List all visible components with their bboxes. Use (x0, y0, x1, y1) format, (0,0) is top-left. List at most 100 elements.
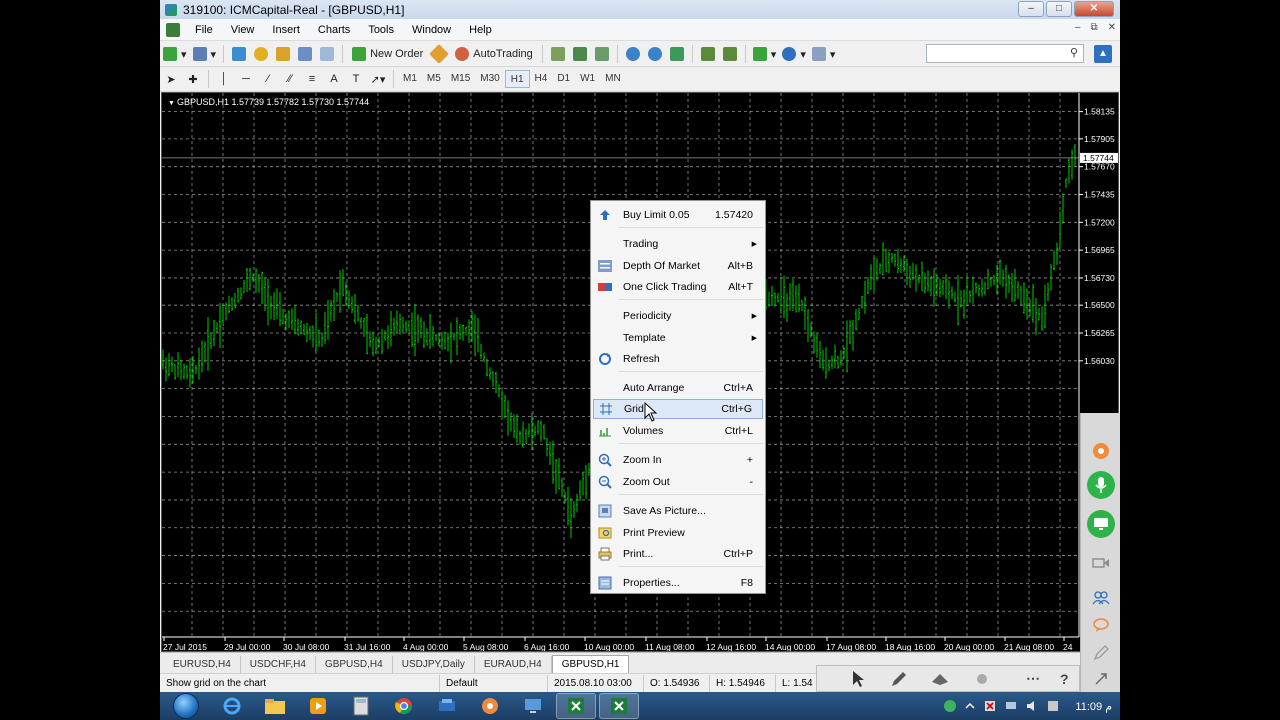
strategy-tester-button[interactable] (317, 44, 337, 64)
menu-window[interactable]: Window (403, 24, 460, 36)
market-watch-button[interactable] (229, 44, 249, 64)
vertical-line-tool[interactable]: │ (214, 69, 234, 89)
menu-item-one-click-trading[interactable]: One Click Trading Alt+T (593, 277, 763, 297)
menu-item-save-as-picture[interactable]: Save As Picture... (593, 501, 763, 521)
help-icon[interactable]: ? (1050, 668, 1079, 690)
menu-item-buy-limit-0-05[interactable]: Buy Limit 0.05 1.57420 (593, 205, 763, 225)
meta-editor-button[interactable] (429, 44, 450, 64)
metatrader-taskbar-icon[interactable] (427, 693, 467, 719)
community-icon[interactable]: ▲ (1094, 45, 1112, 63)
period-w1[interactable]: W1 (575, 70, 600, 88)
screen-share-icon[interactable] (1087, 510, 1115, 538)
logo-icon[interactable] (1087, 437, 1115, 465)
minimize-button[interactable]: – (1018, 1, 1044, 17)
profiles-button[interactable]: ▾ (191, 44, 219, 64)
cursor-tool[interactable]: ➤ (161, 69, 181, 89)
indicators-button[interactable]: ▾ (751, 44, 779, 64)
menu-file[interactable]: File (186, 24, 222, 36)
menu-item-auto-arrange[interactable]: Auto Arrange Ctrl+A (593, 378, 763, 398)
internet-explorer-icon[interactable] (212, 693, 252, 719)
wifi-icon[interactable] (943, 699, 957, 713)
menu-charts[interactable]: Charts (309, 24, 359, 36)
menu-item-print[interactable]: Print... Ctrl+P (593, 544, 763, 564)
period-d1[interactable]: D1 (552, 70, 575, 88)
trendline-tool[interactable]: ∕ (258, 69, 278, 89)
zoom-in-button[interactable] (623, 44, 643, 64)
menu-tools[interactable]: Tools (359, 24, 403, 36)
clock[interactable]: 11:09 م (1075, 700, 1112, 713)
menu-item-print-preview[interactable]: Print Preview (593, 523, 763, 543)
action-center-icon[interactable] (983, 699, 997, 713)
tab-gbpusd-h4[interactable]: GBPUSD,H4 (316, 656, 393, 673)
media-player-icon[interactable] (298, 693, 338, 719)
crosshair-tool[interactable]: ✚ (183, 69, 203, 89)
menu-item-periodicity[interactable]: Periodicity ▶ (593, 306, 763, 326)
camera-icon[interactable] (1087, 549, 1115, 577)
menu-item-zoom-in[interactable]: Zoom In + (593, 450, 763, 470)
search-input[interactable] (926, 44, 1084, 63)
pen-icon[interactable] (1087, 639, 1115, 667)
new-order-button[interactable]: New Order (348, 44, 427, 64)
period-m15[interactable]: M15 (446, 70, 475, 88)
templates-button[interactable]: ▾ (810, 44, 838, 64)
participants-icon[interactable] (1087, 584, 1115, 612)
remote-desktop-icon[interactable] (513, 693, 553, 719)
channel-tool[interactable]: ∕∕ (280, 69, 300, 89)
line-chart-button[interactable] (592, 44, 612, 64)
volume-icon[interactable] (1025, 699, 1039, 713)
auto-scroll-button[interactable] (720, 44, 740, 64)
search-icon[interactable]: ⚲ (1070, 46, 1078, 59)
language-icon[interactable] (1046, 699, 1060, 713)
expand-icon[interactable] (1087, 665, 1115, 693)
candlestick-button[interactable] (570, 44, 590, 64)
tab-usdchf-h4[interactable]: USDCHF,H4 (241, 656, 316, 673)
more-options-icon[interactable]: ⋯ (1018, 668, 1047, 690)
tab-gbpusd-h1[interactable]: GBPUSD,H1 (551, 655, 630, 673)
new-chart-button[interactable]: ▾ (161, 44, 189, 64)
menu-help[interactable]: Help (460, 24, 501, 36)
chat-icon[interactable] (1087, 611, 1115, 639)
horizontal-line-tool[interactable]: ─ (236, 69, 256, 89)
menu-item-zoom-out[interactable]: Zoom Out - (593, 472, 763, 492)
period-m5[interactable]: M5 (422, 70, 446, 88)
periods-button[interactable]: ▾ (780, 44, 808, 64)
excel-window-icon[interactable] (599, 693, 639, 719)
eraser-icon[interactable] (967, 668, 996, 690)
excel-icon[interactable] (556, 693, 596, 719)
start-button[interactable] (160, 692, 212, 720)
tab-euraud-h4[interactable]: EURAUD,H4 (475, 656, 552, 673)
text-label-tool[interactable]: T (346, 69, 366, 89)
menu-item-properties[interactable]: Properties... F8 (593, 573, 763, 593)
maximize-button[interactable]: □ (1046, 1, 1072, 17)
data-window-button[interactable] (251, 44, 271, 64)
bar-chart-button[interactable] (548, 44, 568, 64)
mdi-minimize-icon[interactable]: – (1075, 22, 1081, 33)
menu-insert[interactable]: Insert (263, 24, 309, 36)
calculator-icon[interactable] (341, 693, 381, 719)
tab-usdjpy-daily[interactable]: USDJPY,Daily (393, 656, 475, 673)
period-h1[interactable]: H1 (504, 70, 530, 88)
tray-arrow-icon[interactable] (964, 700, 976, 712)
meeting-app-icon[interactable] (470, 693, 510, 719)
menu-item-volumes[interactable]: Volumes Ctrl+L (593, 421, 763, 441)
fibonacci-tool[interactable]: ≡ (302, 69, 322, 89)
close-button[interactable]: ✕ (1074, 1, 1114, 17)
microphone-icon[interactable] (1087, 471, 1115, 499)
menu-view[interactable]: View (222, 24, 264, 36)
menu-item-trading[interactable]: Trading ▶ (593, 234, 763, 254)
menu-item-refresh[interactable]: Refresh (593, 349, 763, 369)
period-h4[interactable]: H4 (530, 70, 553, 88)
chrome-icon[interactable] (384, 693, 424, 719)
period-m30[interactable]: M30 (475, 70, 504, 88)
highlighter-icon[interactable] (926, 668, 955, 690)
pencil-icon[interactable] (884, 668, 913, 690)
terminal-button[interactable] (295, 44, 315, 64)
chart-shift-button[interactable] (698, 44, 718, 64)
tab-eurusd-h4[interactable]: EURUSD,H4 (164, 656, 241, 673)
zoom-out-button[interactable] (645, 44, 665, 64)
file-explorer-icon[interactable] (255, 693, 295, 719)
menu-item-depth-of-market[interactable]: Depth Of Market Alt+B (593, 256, 763, 276)
arrows-tool[interactable]: ➚▾ (368, 69, 388, 89)
period-m1[interactable]: M1 (398, 70, 422, 88)
text-tool[interactable]: A (324, 69, 344, 89)
